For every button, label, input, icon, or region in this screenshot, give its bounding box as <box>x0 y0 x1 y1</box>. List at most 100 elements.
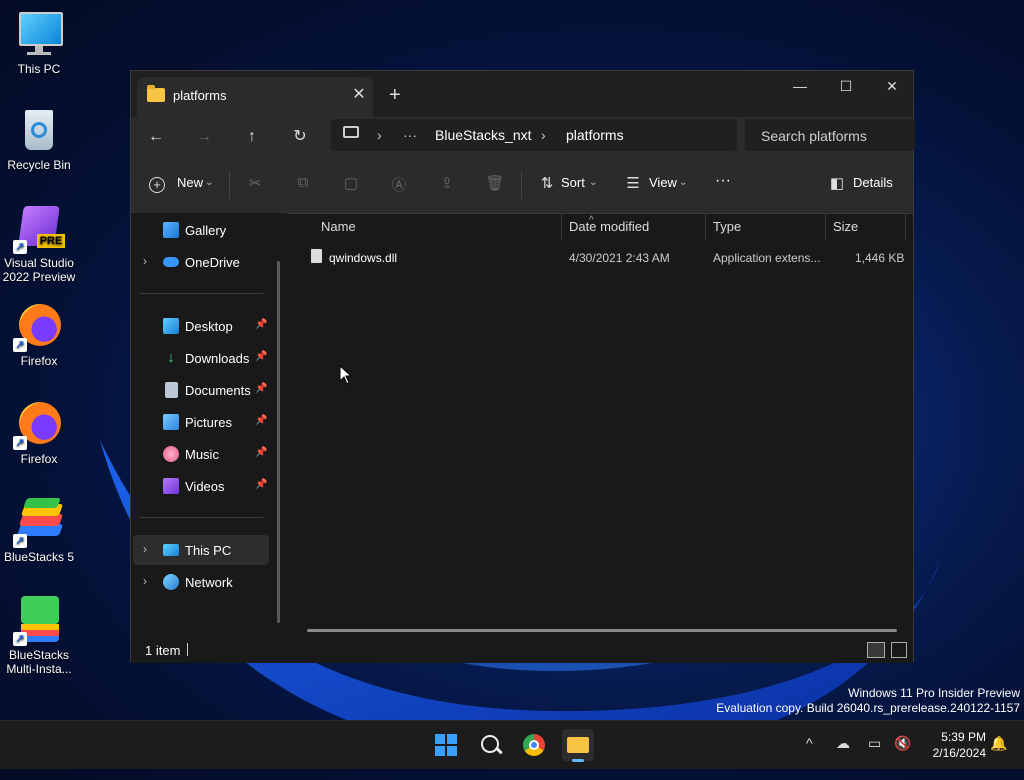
chevron-down-icon[interactable]: ⌄ <box>205 177 213 188</box>
details-button[interactable]: Details <box>853 175 893 190</box>
column-header-size[interactable]: Size <box>833 213 858 241</box>
column-header-date[interactable]: Date modified <box>569 213 649 241</box>
column-header-name[interactable]: Name <box>321 213 356 241</box>
sidebar-item-onedrive[interactable]: › OneDrive <box>131 247 271 277</box>
network-status-icon[interactable]: ▭ <box>868 735 881 752</box>
address-bar[interactable]: › ··· BlueStacks_nxt › platforms <box>331 119 737 151</box>
breadcrumb-platforms[interactable]: platforms <box>566 127 624 143</box>
desktop-icon-firefox-2[interactable]: ↗ Firefox <box>0 400 78 466</box>
copy-icon[interactable]: ⧉ <box>293 174 313 194</box>
recycle-bin-icon <box>15 106 63 154</box>
clock[interactable]: 5:39 PM 2/16/2024 <box>922 729 986 761</box>
sidebar-item-label: Pictures <box>185 415 232 430</box>
sidebar-item-network[interactable]: › Network <box>131 567 271 597</box>
desktop-icon-label: BlueStacks Multi-Insta... <box>6 648 72 676</box>
details-view-icon[interactable] <box>867 642 885 658</box>
chevron-right-icon[interactable]: › <box>143 574 147 588</box>
item-count: 1 item <box>145 643 181 658</box>
chevron-right-icon[interactable]: › <box>377 127 382 143</box>
sidebar-item-label: Music <box>185 447 219 462</box>
sidebar-item-desktop[interactable]: Desktop 📌 <box>131 311 271 341</box>
folder-icon <box>147 85 165 102</box>
more-options-button[interactable]: ··· <box>715 172 731 190</box>
sidebar-item-this-pc[interactable]: › This PC <box>133 535 269 565</box>
desktop-icon-this-pc[interactable]: This PC <box>0 10 78 76</box>
chrome-button[interactable] <box>518 729 550 761</box>
monitor-icon <box>343 126 359 138</box>
sidebar-item-pictures[interactable]: Pictures 📌 <box>131 407 271 437</box>
horizontal-scrollbar[interactable] <box>307 629 897 632</box>
show-hidden-icons-button[interactable]: ^ <box>806 735 813 751</box>
sidebar-item-downloads[interactable]: ↓ Downloads 📌 <box>131 343 271 373</box>
view-button[interactable]: View <box>649 175 677 190</box>
volume-muted-icon[interactable]: 🔇 <box>894 735 911 752</box>
column-divider[interactable] <box>561 213 562 239</box>
add-circle-icon[interactable]: + <box>149 177 165 193</box>
tab-platforms[interactable]: platforms ✕ <box>137 77 373 117</box>
pin-icon[interactable]: 📌 <box>255 319 267 330</box>
view-list-icon[interactable]: ☰ <box>623 174 643 194</box>
refresh-button[interactable]: ↻ <box>287 125 313 149</box>
watermark-line-1: Windows 11 Pro Insider Preview <box>848 686 1020 700</box>
sidebar-item-music[interactable]: Music 📌 <box>131 439 271 469</box>
forward-button[interactable]: → <box>191 125 217 149</box>
new-button[interactable]: New <box>177 175 203 190</box>
column-divider[interactable] <box>905 213 906 239</box>
active-indicator <box>572 759 584 762</box>
chevron-down-icon[interactable]: ⌄ <box>679 177 687 188</box>
chevron-down-icon[interactable]: ⌄ <box>589 177 597 188</box>
up-button[interactable]: ↑ <box>239 125 265 149</box>
delete-icon[interactable]: 🗑 <box>485 174 505 194</box>
breadcrumb-bluestacks-nxt[interactable]: BlueStacks_nxt <box>435 127 532 143</box>
search-button[interactable] <box>474 729 506 761</box>
column-divider[interactable] <box>705 213 706 239</box>
downloads-icon: ↓ <box>167 349 175 366</box>
desktop-icon-bluestacks-multi[interactable]: ↗ BlueStacks Multi-Insta... <box>0 596 78 676</box>
chevron-right-icon[interactable]: › <box>143 254 147 268</box>
tiles-view-icon[interactable] <box>891 642 907 658</box>
file-type: Application extens... <box>713 251 821 265</box>
sort-button[interactable]: Sort <box>561 175 585 190</box>
minimize-button[interactable]: — <box>777 71 823 101</box>
desktop-icon-recycle-bin[interactable]: Recycle Bin <box>0 106 78 172</box>
maximize-button[interactable]: ☐ <box>823 71 869 101</box>
rename-icon[interactable]: Ⓐ <box>389 174 409 194</box>
address-ellipsis[interactable]: ··· <box>403 127 417 143</box>
search-box[interactable] <box>745 119 915 151</box>
sidebar-item-videos[interactable]: Videos 📌 <box>131 471 271 501</box>
close-button[interactable]: ✕ <box>869 71 915 101</box>
start-button[interactable] <box>430 729 462 761</box>
table-row[interactable]: qwindows.dll 4/30/2021 2:43 AM Applicati… <box>299 243 911 273</box>
navigation-pane: Gallery › OneDrive Desktop 📌 ↓ Downloads… <box>131 213 287 641</box>
pin-icon[interactable]: 📌 <box>255 447 267 458</box>
notification-bell-icon[interactable]: 🔔 <box>990 735 1007 752</box>
desktop-icon-firefox-1[interactable]: ↗ Firefox <box>0 302 78 368</box>
onedrive-icon <box>163 257 179 267</box>
desktop-icon-visual-studio[interactable]: PRE ↗ Visual Studio 2022 Preview <box>0 204 78 284</box>
pin-icon[interactable]: 📌 <box>255 383 267 394</box>
sidebar-item-documents[interactable]: Documents 📌 <box>131 375 271 405</box>
sidebar-item-label: Documents <box>185 383 251 398</box>
firefox-icon: ↗ <box>13 302 63 352</box>
sidebar-scrollbar[interactable] <box>277 261 280 623</box>
share-icon[interactable]: ⇪ <box>437 174 457 194</box>
pin-icon[interactable]: 📌 <box>255 479 267 490</box>
sort-icon[interactable]: ⇅ <box>537 174 557 194</box>
file-explorer-button[interactable] <box>562 729 594 762</box>
new-tab-button[interactable]: + <box>389 84 401 107</box>
column-divider[interactable] <box>825 213 826 239</box>
paste-icon[interactable]: ▢ <box>341 174 361 194</box>
desktop-icon-bluestacks-5[interactable]: ↗ BlueStacks 5 <box>0 498 78 564</box>
chevron-right-icon[interactable]: › <box>541 127 546 143</box>
pin-icon[interactable]: 📌 <box>255 415 267 426</box>
details-pane-icon[interactable]: ◧ <box>827 174 847 194</box>
cut-icon[interactable]: ✂ <box>245 174 265 194</box>
back-button[interactable]: ← <box>143 125 169 149</box>
tab-close-icon[interactable]: ✕ <box>349 84 369 104</box>
chevron-right-icon[interactable]: › <box>143 542 147 556</box>
sidebar-item-gallery[interactable]: Gallery <box>131 215 271 245</box>
pin-icon[interactable]: 📌 <box>255 351 267 362</box>
onedrive-cloud-icon[interactable]: ☁ <box>836 735 850 752</box>
column-header-type[interactable]: Type <box>713 213 741 241</box>
search-input[interactable] <box>759 127 913 145</box>
